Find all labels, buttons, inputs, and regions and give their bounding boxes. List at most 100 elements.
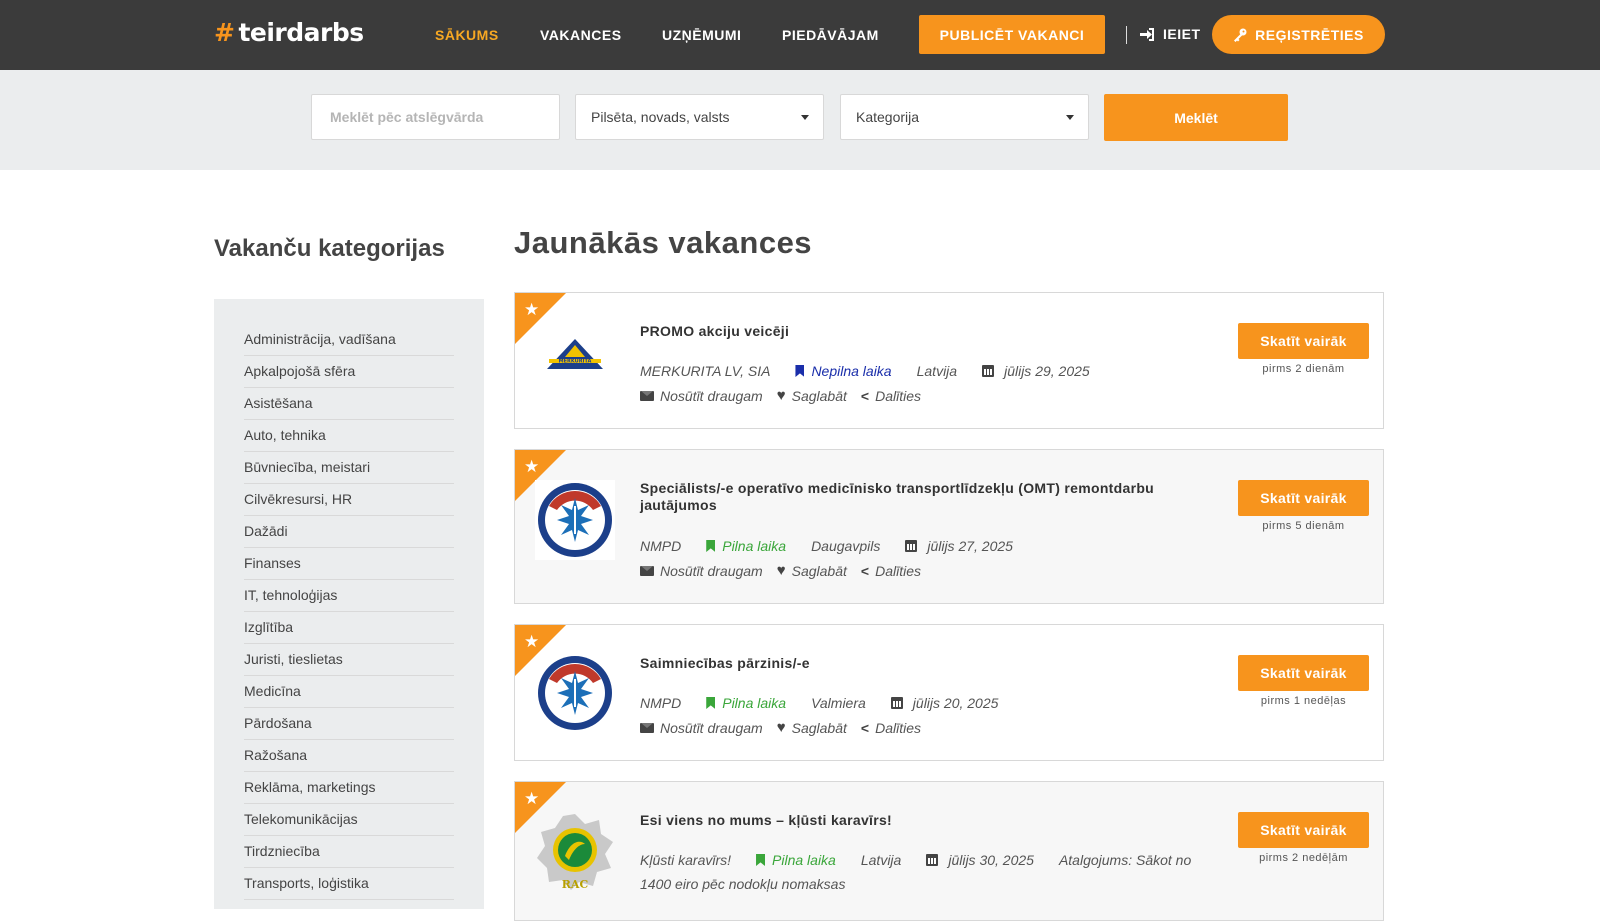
employment-type: Pilna laika xyxy=(756,852,836,868)
view-more-button[interactable]: Skatīt vairāk xyxy=(1238,480,1369,516)
sign-in-icon xyxy=(1140,27,1154,41)
star-icon: ★ xyxy=(524,457,540,476)
company-name: NMPD xyxy=(640,538,682,554)
city-select[interactable]: Pilsēta, novads, valsts xyxy=(575,94,824,140)
keyword-search-input[interactable]: Meklēt pēc atslēgvārda xyxy=(311,94,560,140)
heart-icon: ♥ xyxy=(776,562,786,579)
company-logo[interactable]: MERKURITA xyxy=(535,321,615,401)
city-select-value: Pilsēta, novads, valsts xyxy=(591,109,730,125)
job-card: ★ MERKURITA PROMO akciju veicēji MERKURI… xyxy=(514,292,1384,429)
save-link[interactable]: ♥ Saglabāt xyxy=(777,562,847,579)
view-more-button[interactable]: Skatīt vairāk xyxy=(1238,655,1369,691)
nav-home[interactable]: SĀKUMS xyxy=(435,27,499,43)
save-link[interactable]: ♥ Saglabāt xyxy=(777,719,847,736)
category-item[interactable]: IT, tehnoloģijas xyxy=(244,580,454,612)
envelope-icon xyxy=(640,722,654,733)
send-to-friend-link[interactable]: Nosūtīt draugam xyxy=(640,720,763,736)
categories-panel: Administrācija, vadīšana Apkalpojošā sfē… xyxy=(214,299,484,909)
category-item[interactable]: Ražošana xyxy=(244,740,454,772)
search-button[interactable]: Meklēt xyxy=(1104,94,1288,141)
publish-vacancy-button[interactable]: PUBLICĒT VAKANCI xyxy=(919,15,1105,54)
star-icon: ★ xyxy=(524,632,540,651)
bookmark-icon xyxy=(756,854,765,866)
send-to-friend-link[interactable]: Nosūtīt draugam xyxy=(640,388,763,404)
job-title-link[interactable]: Esi viens no mums – kļūsti karavīrs! xyxy=(640,812,1220,829)
job-title-link[interactable]: Saimniecības pārzinis/-e xyxy=(640,655,1220,672)
category-item[interactable]: Juristi, tieslietas xyxy=(244,644,454,676)
calendar-icon xyxy=(982,365,995,377)
view-more-button[interactable]: Skatīt vairāk xyxy=(1238,323,1369,359)
employment-type: Nepilna laika xyxy=(795,363,891,379)
posted-ago: pirms 2 dienām xyxy=(1262,363,1345,375)
heart-icon: ♥ xyxy=(776,387,786,404)
send-to-friend-link[interactable]: Nosūtīt draugam xyxy=(640,563,763,579)
job-location: Latvija xyxy=(860,852,902,868)
category-item[interactable]: Medicīna xyxy=(244,676,454,708)
heart-icon: ♥ xyxy=(776,719,786,736)
job-title-link[interactable]: Speciālists/-e operatīvo medicīnisko tra… xyxy=(640,480,1220,514)
register-button[interactable]: REĢISTRĒTIES xyxy=(1212,15,1385,54)
share-link[interactable]: < Dalīties xyxy=(861,388,921,404)
calendar-icon xyxy=(926,854,939,866)
job-card: ★ RAC Esi viens no mums – kļūsti karavīr… xyxy=(514,781,1384,921)
view-more-button[interactable]: Skatīt vairāk xyxy=(1238,812,1369,848)
nav-offers[interactable]: PIEDĀVĀJAM xyxy=(782,27,879,43)
category-select[interactable]: Kategorija xyxy=(840,94,1089,140)
category-item[interactable]: Dažādi xyxy=(244,516,454,548)
job-card: ★ Speciālists/-e operatīvo medicīnisko t… xyxy=(514,449,1384,604)
company-name: NMPD xyxy=(640,695,682,711)
share-icon: < xyxy=(860,562,870,579)
job-meta: NMPD Pilna laika Valmiera jūlijs 20, 202… xyxy=(640,695,1023,711)
category-item[interactable]: Reklāma, marketings xyxy=(244,772,454,804)
company-name: MERKURITA LV, SIA xyxy=(640,363,771,379)
job-meta: NMPD Pilna laika Daugavpils jūlijs 27, 2… xyxy=(640,538,1038,554)
svg-text:RAC: RAC xyxy=(562,878,589,891)
top-navigation-bar: # teirdarbs SĀKUMS VAKANCES UZŅĒMUMI PIED… xyxy=(0,0,1600,70)
key-icon xyxy=(1234,28,1247,42)
category-item[interactable]: Transports, loģistika xyxy=(244,868,454,900)
job-location: Daugavpils xyxy=(811,538,881,554)
employment-type: Pilna laika xyxy=(706,538,786,554)
envelope-icon xyxy=(640,565,654,576)
company-logo[interactable] xyxy=(535,480,615,560)
category-item[interactable]: Apkalpojošā sfēra xyxy=(244,356,454,388)
job-date: jūlijs 27, 2025 xyxy=(905,538,1013,554)
job-date: jūlijs 30, 2025 xyxy=(926,852,1034,868)
category-item[interactable]: Pārdošana xyxy=(244,708,454,740)
job-date: jūlijs 29, 2025 xyxy=(982,363,1090,379)
job-date: jūlijs 20, 2025 xyxy=(890,695,998,711)
posted-ago: pirms 5 dienām xyxy=(1262,520,1345,532)
category-item[interactable]: Būvniecība, meistari xyxy=(244,452,454,484)
bookmark-icon xyxy=(706,697,715,709)
nav-vacancies[interactable]: VAKANCES xyxy=(540,27,622,43)
site-logo[interactable]: # teirdarbs xyxy=(214,18,364,47)
category-item[interactable]: Cilvēkresursi, HR xyxy=(244,484,454,516)
save-link[interactable]: ♥ Saglabāt xyxy=(777,387,847,404)
category-item[interactable]: Telekomunikācijas xyxy=(244,804,454,836)
star-icon: ★ xyxy=(524,300,540,319)
share-link[interactable]: < Dalīties xyxy=(861,563,921,579)
company-logo[interactable]: RAC xyxy=(535,812,615,892)
category-list: Administrācija, vadīšana Apkalpojošā sfē… xyxy=(244,324,454,900)
job-card: ★ Saimniecības pārzinis/-e NMPD Pilna la… xyxy=(514,624,1384,761)
category-item[interactable]: Finanses xyxy=(244,548,454,580)
star-icon: ★ xyxy=(524,789,540,808)
category-item[interactable]: Izglītība xyxy=(244,612,454,644)
share-link[interactable]: < Dalīties xyxy=(861,720,921,736)
category-item[interactable]: Asistēšana xyxy=(244,388,454,420)
nav-companies[interactable]: UZŅĒMUMI xyxy=(662,27,741,43)
category-item[interactable]: Auto, tehnika xyxy=(244,420,454,452)
calendar-icon xyxy=(890,697,903,709)
company-logo[interactable] xyxy=(535,653,615,733)
job-actions: Nosūtīt draugam ♥ Saglabāt < Dalīties xyxy=(640,562,921,579)
calendar-icon xyxy=(905,540,918,552)
register-label: REĢISTRĒTIES xyxy=(1255,26,1364,43)
job-actions: Nosūtīt draugam ♥ Saglabāt < Dalīties xyxy=(640,387,921,404)
category-item[interactable]: Tirdzniecība xyxy=(244,836,454,868)
job-location: Latvija xyxy=(916,363,958,379)
category-item[interactable]: Administrācija, vadīšana xyxy=(244,324,454,356)
job-title-link[interactable]: PROMO akciju veicēji xyxy=(640,323,1220,340)
latest-vacancies-heading: Jaunākās vakances xyxy=(514,225,813,260)
share-icon: < xyxy=(860,719,870,736)
login-link[interactable]: IEIET xyxy=(1140,26,1201,42)
